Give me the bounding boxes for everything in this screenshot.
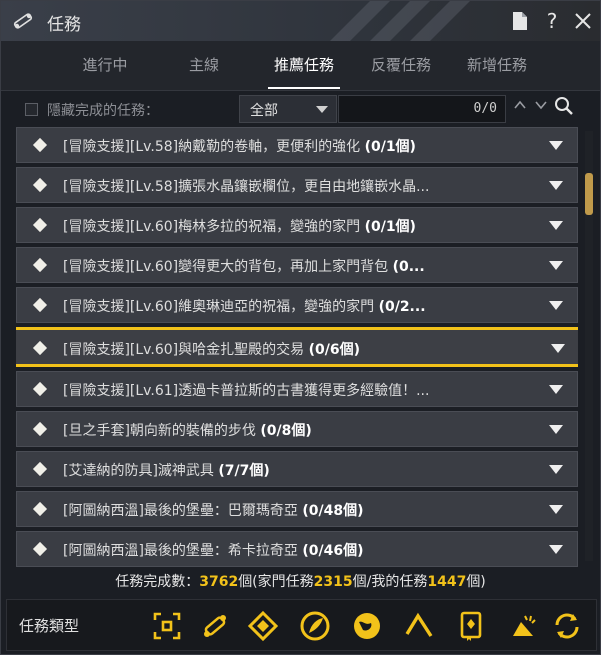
- expand-arrow-icon[interactable]: [551, 344, 565, 353]
- quest-progress: (0/46個): [302, 543, 364, 559]
- quest-progress: (0/48個): [302, 503, 364, 519]
- diamond-bullet-icon: [32, 421, 48, 437]
- diamond-bullet-icon: [32, 501, 48, 517]
- globe-icon[interactable]: [351, 610, 383, 642]
- expand-arrow-icon[interactable]: [549, 221, 563, 230]
- quest-item[interactable]: [阿圖納西溫]最後的堡壘：巴爾瑪奇亞 (0/48個): [16, 491, 578, 527]
- search-box: 0/0: [338, 95, 506, 123]
- tab-in-progress[interactable]: 進行中: [67, 41, 143, 91]
- search-next-icon[interactable]: [532, 94, 550, 116]
- stats-family: 2315: [313, 574, 353, 590]
- quest-progress: (0/1個): [364, 139, 416, 155]
- stats-mid2: 個/我的任務: [352, 574, 428, 590]
- scroll-map-icon[interactable]: [199, 610, 231, 642]
- tab-main-story[interactable]: 主線: [171, 41, 237, 91]
- stats-mid1: 個(家門任務: [238, 574, 314, 590]
- quest-name: [艾達納的防具]滅神武具: [63, 463, 214, 479]
- document-icon[interactable]: [508, 9, 532, 33]
- stats-suffix: 個): [466, 574, 486, 590]
- quest-name: [冒險支援][Lv.60]梅林多拉的祝福，變強的家門: [63, 219, 361, 235]
- quest-item[interactable]: [阿圖納西溫]最後的堡壘：希卡拉奇亞 (0/46個): [16, 531, 578, 567]
- quest-item[interactable]: [艾達納的防具]滅神武具 (7/7個): [16, 451, 578, 487]
- stats-prefix: 任務完成數：: [115, 574, 200, 590]
- diamond-path-icon[interactable]: [247, 610, 279, 642]
- hide-completed-checkbox[interactable]: [25, 103, 38, 116]
- title-bar-decoration: [330, 1, 470, 41]
- quest-item-selected[interactable]: [冒險支援][Lv.60]與哈金扎聖殿的交易 (0/6個): [16, 327, 578, 367]
- scrollbar-thumb[interactable]: [585, 173, 593, 215]
- expand-arrow-icon[interactable]: [549, 301, 563, 310]
- diamond-bullet-icon: [32, 381, 48, 397]
- quest-name: [冒險支援][Lv.58]擴張水晶鑲嵌欄位，更自由地鑲嵌水晶...: [63, 179, 430, 195]
- expand-arrow-icon[interactable]: [549, 385, 563, 394]
- window-title: 任務: [47, 15, 81, 35]
- quest-tabs: 進行中 主線 推薦任務 反覆任務 新增任務: [1, 41, 600, 91]
- quest-progress: (0/6個): [308, 342, 360, 358]
- quest-name: [冒險支援][Lv.58]納戴勒的卷軸，更便利的強化: [63, 139, 361, 155]
- quest-item[interactable]: [冒險支援][Lv.58]納戴勒的卷軸，更便利的強化 (0/1個): [16, 127, 578, 163]
- quest-item[interactable]: [冒險支援][Lv.60]變得更大的背包，再加上家門背包 (0...: [16, 247, 578, 283]
- expand-arrow-icon[interactable]: [549, 465, 563, 474]
- stats-total: 3762: [199, 574, 239, 590]
- quest-item[interactable]: [冒險支援][Lv.61]透過卡普拉斯的古書獲得更多經驗值！...: [16, 371, 578, 407]
- quest-progress: (0/8個): [260, 423, 312, 439]
- quest-item[interactable]: [冒險支援][Lv.60]梅林多拉的祝福，變強的家門 (0/1個): [16, 207, 578, 243]
- whistle-icon[interactable]: [507, 610, 539, 642]
- search-icon[interactable]: [553, 95, 575, 117]
- quest-name: [冒險支援][Lv.60]維奧琳迪亞的祝福，變強的家門: [63, 299, 375, 315]
- search-count: 0/0: [473, 101, 497, 116]
- stats-mine: 1447: [427, 574, 467, 590]
- quest-scroll-icon: [13, 13, 33, 29]
- quest-progress: (7/7個): [218, 463, 270, 479]
- quest-name: [冒險支援][Lv.60]變得更大的背包，再加上家門背包: [63, 259, 389, 275]
- search-prev-icon[interactable]: [511, 94, 529, 116]
- quest-item[interactable]: [冒險支援][Lv.60]維奧琳迪亞的祝福，變強的家門 (0/2...: [16, 287, 578, 323]
- quest-list: [冒險支援][Lv.58]納戴勒的卷軸，更便利的強化 (0/1個) [冒險支援]…: [16, 127, 578, 567]
- close-icon[interactable]: [571, 9, 595, 33]
- quest-name: [阿圖納西溫]最後的堡壘：希卡拉奇亞: [63, 543, 298, 559]
- target-frame-icon[interactable]: [151, 610, 183, 642]
- quest-item[interactable]: [旦之手套]朝向新的裝備的步伐 (0/8個): [16, 411, 578, 447]
- expand-arrow-icon[interactable]: [549, 181, 563, 190]
- quest-name: [冒險支援][Lv.60]與哈金扎聖殿的交易: [63, 342, 305, 358]
- title-bar[interactable]: 任務 ?: [1, 1, 600, 41]
- expand-arrow-icon[interactable]: [549, 545, 563, 554]
- tab-recommended[interactable]: 推薦任務: [268, 41, 340, 91]
- search-input[interactable]: [339, 96, 459, 122]
- diamond-bullet-icon: [32, 541, 48, 557]
- quest-window: 任務 ? 進行中 主線 推薦任務 反覆任務 新增任務 隱藏完成的任務： 全部 0…: [0, 0, 601, 655]
- expand-arrow-icon[interactable]: [549, 141, 563, 150]
- quest-type-label: 任務類型: [19, 617, 80, 635]
- help-icon[interactable]: ?: [540, 9, 564, 33]
- feather-emblem-icon[interactable]: [299, 610, 331, 642]
- chevron-down-icon: [316, 106, 328, 113]
- diamond-bullet-icon: [32, 217, 48, 233]
- quest-name: [冒險支援][Lv.61]透過卡普拉斯的古書獲得更多經驗值！...: [63, 383, 430, 399]
- pickaxe-icon[interactable]: [403, 610, 435, 642]
- tab-new[interactable]: 新增任務: [461, 41, 533, 91]
- quest-item[interactable]: [冒險支援][Lv.58]擴張水晶鑲嵌欄位，更自由地鑲嵌水晶...: [16, 167, 578, 203]
- quest-name: [阿圖納西溫]最後的堡壘：巴爾瑪奇亞: [63, 503, 298, 519]
- diamond-bullet-icon: [32, 461, 48, 477]
- refresh-icon[interactable]: [551, 610, 583, 642]
- quest-progress: (0...: [392, 259, 425, 275]
- diamond-bullet-icon: [32, 257, 48, 273]
- diamond-bullet-icon: [32, 137, 48, 153]
- expand-arrow-icon[interactable]: [549, 261, 563, 270]
- quest-completion-stats: 任務完成數：3762個(家門任務2315個/我的任務1447個): [1, 571, 600, 595]
- quest-progress: (0/2...: [378, 299, 426, 315]
- category-select[interactable]: 全部: [239, 95, 337, 123]
- quest-type-bar: 任務類型: [6, 599, 597, 651]
- diamond-bullet-icon: [32, 340, 48, 356]
- tab-repeatable[interactable]: 反覆任務: [365, 41, 437, 91]
- expand-arrow-icon[interactable]: [549, 425, 563, 434]
- quest-progress: (0/1個): [364, 219, 416, 235]
- category-select-value: 全部: [250, 103, 278, 119]
- hide-completed-label: 隱藏完成的任務：: [47, 103, 159, 119]
- diamond-bullet-icon: [32, 297, 48, 313]
- quest-name: [旦之手套]朝向新的裝備的步伐: [63, 423, 256, 439]
- diamond-bullet-icon: [32, 177, 48, 193]
- expand-arrow-icon[interactable]: [549, 505, 563, 514]
- book-icon[interactable]: [455, 610, 487, 642]
